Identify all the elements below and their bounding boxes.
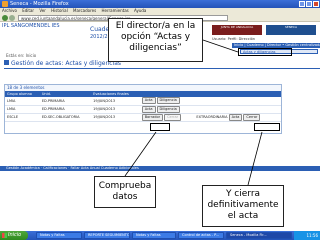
table-row: LMIA ED.PRIMARIA 19/JUN/2013 Acta Diligen…	[5, 105, 281, 114]
taskbar-item[interactable]: REPORTE SEGUIMIENTO	[84, 232, 130, 239]
table-row: ESCLE ED.SEC.OBLIGATORIA 19/JUN/2013 Bor…	[5, 113, 281, 122]
menu-item-archivo[interactable]: Archivo	[2, 8, 17, 13]
menu-item-historial[interactable]: Historial	[51, 8, 68, 13]
menu-item-marcadores[interactable]: Marcadores	[73, 8, 96, 13]
cell-grupo: LMIA	[5, 105, 40, 114]
actas-table-panel: 18 de 3 elementos Grupo alumno Unid. Eva…	[4, 84, 282, 134]
borrador-button[interactable]: Borrador	[141, 113, 164, 121]
close-button[interactable]	[313, 1, 319, 7]
cerrar-disabled-button[interactable]: Cerrar	[164, 113, 182, 121]
center-name: IPL SANGOMENDEL IES	[2, 23, 60, 29]
window-controls	[299, 1, 319, 7]
acta-button[interactable]: Acta	[141, 97, 156, 105]
highlight-cerrar	[254, 123, 280, 131]
start-label: Inicio	[8, 232, 22, 238]
cell-unidad: ED.PRIMARIA	[39, 105, 92, 114]
cell-extra	[194, 97, 281, 106]
minimize-button[interactable]	[299, 1, 305, 7]
taskbar: Inicio Notas y Faltas REPORTE SEGUIMIENT…	[0, 231, 320, 240]
cell-extra	[194, 105, 281, 114]
diligencia-button[interactable]: Diligencia	[156, 97, 180, 105]
cell-fecha: 19/JUN/2013	[91, 113, 140, 122]
cell-grupo: ESCLE	[5, 113, 40, 122]
back-arrow-icon[interactable]	[2, 15, 8, 21]
section-divider	[4, 68, 320, 69]
taskbar-item[interactable]: Notas y Faltas	[36, 232, 82, 239]
system-tray-clock: 11:56	[294, 231, 320, 240]
taskbar-item-active[interactable]: Seneca - Mozilla Fir...	[226, 232, 292, 239]
cell-fecha: 19/JUN/2013	[91, 105, 140, 114]
actas-table: Grupo alumno Unid. Evaluaciones finales …	[5, 91, 281, 122]
menu-item-ayuda[interactable]: Ayuda	[134, 8, 146, 13]
acta-button[interactable]: Acta	[141, 105, 156, 113]
taskbar-item[interactable]: Control de actas - P...	[178, 232, 224, 239]
table-row: LMIA ED.PRIMARIA 19/JUN/2013 Acta Diligen…	[5, 97, 281, 106]
extraordinaria-label: EXTRAORDINARIA	[196, 114, 228, 119]
cell-fecha: 19/JUN/2013	[91, 97, 140, 106]
browser-title-bar: Seneca - Mozilla Firefox	[0, 0, 320, 8]
cell-actions: Acta Diligencia	[139, 97, 195, 106]
section-title: Gestión de actas: Actas y diligencias	[4, 60, 121, 67]
window-title: Seneca - Mozilla Firefox	[10, 1, 69, 7]
footer-navigation[interactable]: Gestión Académica · Calificaciones · Fal…	[0, 166, 320, 171]
menu-item-ver[interactable]: Ver	[39, 8, 46, 13]
junta-logo: JUNTA DE ANDALUCIA	[212, 25, 262, 35]
start-button[interactable]: Inicio	[0, 231, 28, 240]
windows-logo-icon	[2, 233, 7, 238]
callout-comprueba: Comprueba datos	[94, 176, 156, 208]
menu-item-herramientas[interactable]: Herramientas	[101, 8, 128, 13]
breadcrumb: Estás en: Inicio	[6, 53, 37, 58]
callout-cierra: Y cierra definitivamente el acta	[202, 185, 284, 227]
seneca-logo: SÉNECA	[266, 25, 316, 35]
acta-button[interactable]: Acta	[228, 113, 243, 121]
user-info: Usuario: Perfil: Dirección	[212, 37, 256, 41]
firefox-icon	[2, 1, 8, 7]
cell-unidad: ED.SEC.OBLIGATORIA	[39, 113, 92, 122]
callout-director: El director/a en la opción “Actas y dili…	[108, 18, 203, 62]
taskbar-item[interactable]: Notas y Faltas	[132, 232, 176, 239]
cell-extra: EXTRAORDINARIA Acta Cerrar	[194, 113, 281, 122]
cerrar-button[interactable]: Cerrar	[243, 113, 261, 121]
cell-actions: Acta Diligencia	[139, 105, 195, 114]
highlight-borrador	[150, 123, 170, 131]
cell-grupo: LMIA	[5, 97, 40, 106]
cell-unidad: ED.PRIMARIA	[39, 97, 92, 106]
maximize-button[interactable]	[306, 1, 312, 7]
cell-actions: Borrador Cerrar	[139, 113, 195, 122]
forward-arrow-icon[interactable]	[9, 15, 15, 21]
highlight-submenu	[238, 48, 292, 56]
diligencia-button[interactable]: Diligencia	[156, 105, 180, 113]
menu-item-editar[interactable]: Editar	[22, 8, 34, 13]
